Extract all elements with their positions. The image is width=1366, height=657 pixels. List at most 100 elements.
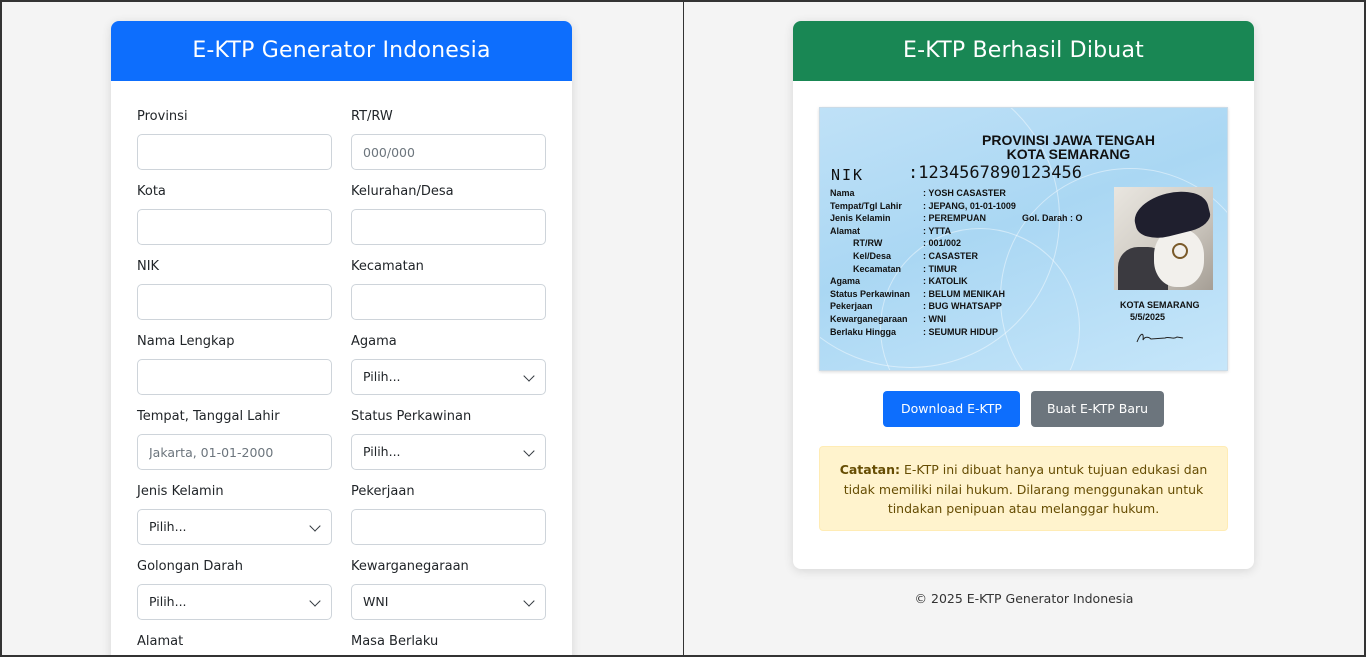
ktp-row-key: Kel/Desa: [853, 250, 892, 261]
nama-input[interactable]: [137, 359, 332, 395]
photo-glasses: [1172, 243, 1188, 259]
field-alamat: Alamat: [137, 634, 332, 650]
ktp-photo: [1114, 187, 1213, 290]
ktp-issue-date: 5/5/2025: [1130, 312, 1166, 322]
ktp-nik-label: NIK: [831, 166, 865, 184]
form-title: E-KTP Generator Indonesia: [111, 21, 572, 81]
agama-select-value: Pilih...: [363, 369, 401, 384]
ktp-row-key: Agama: [830, 276, 861, 287]
field-wn: Kewarganegaraan WNI: [351, 559, 546, 620]
result-pane: E-KTP Berhasil Dibuat PROVINSI JAWA TENG…: [683, 0, 1366, 657]
ktp-row: Kel/Desa: CASASTER: [830, 250, 1016, 263]
ktp-row: Berlaku Hingga : SEUMUR HIDUP: [830, 326, 1016, 339]
ktp-row-key: Pekerjaan: [830, 301, 873, 312]
note-title: Catatan:: [839, 462, 901, 477]
field-nik: NIK: [137, 259, 332, 320]
ktp-row-key: Kecamatan: [853, 263, 902, 274]
ktp-row-key: Alamat: [830, 225, 861, 236]
rtrw-input[interactable]: [351, 134, 546, 170]
ktp-row-value: : 001/002: [923, 238, 962, 249]
ktp-row-key: Nama: [830, 188, 855, 198]
field-jk: Jenis Kelamin Pilih...: [137, 484, 332, 545]
ktp-row: Kewarganegaraan: WNI: [830, 313, 1016, 326]
agama-select[interactable]: Pilih...: [351, 359, 546, 395]
ktp-row-value: : SEUMUR HIDUP: [923, 326, 999, 337]
field-masa: Masa Berlaku: [351, 634, 546, 650]
masa-label: Masa Berlaku: [351, 634, 439, 649]
ktp-row-value: : WNI: [923, 313, 946, 324]
status-select[interactable]: Pilih...: [351, 434, 546, 470]
result-card: E-KTP Berhasil Dibuat PROVINSI JAWA TENG…: [793, 21, 1254, 569]
ttl-input[interactable]: [137, 434, 332, 470]
jk-select-value: Pilih...: [149, 519, 187, 534]
wn-select-value: WNI: [363, 594, 389, 609]
ktp-row-value: : YTTA: [923, 225, 952, 236]
field-rtrw: RT/RW: [351, 109, 546, 170]
photo-hat: [1130, 187, 1213, 244]
field-goldar: Golongan Darah Pilih...: [137, 559, 332, 620]
ktp-row-value: : KATOLIK: [923, 276, 968, 287]
ktp-row: Jenis Kelamin: PEREMPUAN Gol. Darah : O: [830, 212, 1083, 225]
provinsi-input[interactable]: [137, 134, 332, 170]
ktp-row: Pekerjaan : BUG WHATSAPP: [830, 300, 1016, 313]
download-ektp-button[interactable]: Download E-KTP: [883, 391, 1020, 427]
ktp-row: RT/RW : 001/002: [830, 237, 1016, 250]
goldar-select[interactable]: Pilih...: [137, 584, 332, 620]
chevron-down-icon: [523, 445, 535, 457]
field-status: Status Perkawinan Pilih...: [351, 409, 546, 470]
disclaimer-note: Catatan: E-KTP ini dibuat hanya untuk tu…: [819, 446, 1228, 531]
provinsi-label: Provinsi: [137, 109, 188, 124]
kelurahan-label: Kelurahan/Desa: [351, 184, 454, 199]
status-label: Status Perkawinan: [351, 409, 472, 424]
form-pane: E-KTP Generator Indonesia Provinsi RT/RW…: [0, 0, 684, 657]
ktp-gol-darah: Gol. Darah : O: [1022, 213, 1083, 224]
ktp-row-value: : BELUM MENIKAH: [923, 288, 1005, 299]
result-title: E-KTP Berhasil Dibuat: [793, 21, 1254, 81]
ktp-rows: Nama : YOSH CASASTER Tempat/Tgl Lahir : JE…: [830, 187, 1083, 339]
agama-label: Agama: [351, 334, 397, 349]
ktp-row-value: : BUG WHATSAPP: [923, 301, 1002, 312]
ktp-nik-value: :1234567890123456: [908, 163, 1082, 183]
ktp-row: Nama : YOSH CASASTER: [830, 187, 1016, 200]
kota-input[interactable]: [137, 209, 332, 245]
ktp-row-value: : JEPANG, 01-01-1009: [923, 200, 1016, 211]
ktp-row-key: RT/RW: [853, 238, 883, 249]
kota-label: Kota: [137, 184, 166, 199]
alamat-label: Alamat: [137, 634, 184, 649]
kecamatan-input[interactable]: [351, 284, 546, 320]
field-nama: Nama Lengkap: [137, 334, 332, 395]
ktp-card: PROVINSI JAWA TENGAH KOTA SEMARANG NIK :…: [819, 107, 1228, 371]
nik-label: NIK: [137, 259, 160, 274]
ktp-kota: KOTA SEMARANG: [1006, 146, 1131, 162]
ktp-issue-city: KOTA SEMARANG: [1120, 300, 1200, 310]
ktp-row-key: Tempat/Tgl Lahir: [830, 200, 902, 211]
field-provinsi: Provinsi: [137, 109, 332, 170]
new-ektp-button[interactable]: Buat E-KTP Baru: [1031, 391, 1164, 427]
wn-select[interactable]: WNI: [351, 584, 546, 620]
chevron-down-icon: [309, 595, 321, 607]
kelurahan-input[interactable]: [351, 209, 546, 245]
nama-label: Nama Lengkap: [137, 334, 235, 349]
wn-label: Kewarganegaraan: [351, 559, 469, 574]
ktp-row-key: Berlaku Hingga: [830, 326, 897, 337]
pekerjaan-label: Pekerjaan: [351, 484, 415, 499]
jk-select[interactable]: Pilih...: [137, 509, 332, 545]
field-kecamatan: Kecamatan: [351, 259, 546, 320]
rtrw-label: RT/RW: [351, 109, 393, 124]
ktp-row-key: Jenis Kelamin: [830, 213, 891, 224]
ktp-issue: KOTA SEMARANG 5/5/2025: [1120, 299, 1227, 323]
form-card: E-KTP Generator Indonesia Provinsi RT/RW…: [111, 21, 572, 655]
chevron-down-icon: [523, 370, 535, 382]
field-agama: Agama Pilih...: [351, 334, 546, 395]
ktp-row-key: Status Perkawinan: [830, 288, 911, 299]
ktp-row: Kecamatan : TIMUR: [830, 263, 1016, 276]
kecamatan-label: Kecamatan: [351, 259, 424, 274]
nik-input[interactable]: [137, 284, 332, 320]
chevron-down-icon: [523, 595, 535, 607]
ttl-label: Tempat, Tanggal Lahir: [137, 409, 280, 424]
pekerjaan-input[interactable]: [351, 509, 546, 545]
ktp-row: Tempat/Tgl Lahir : JEPANG, 01-01-1009: [830, 200, 1016, 213]
ktp-row-value: : YOSH CASASTER: [923, 188, 1006, 198]
ktp-row-value: : TIMUR: [923, 263, 957, 274]
status-select-value: Pilih...: [363, 444, 401, 459]
